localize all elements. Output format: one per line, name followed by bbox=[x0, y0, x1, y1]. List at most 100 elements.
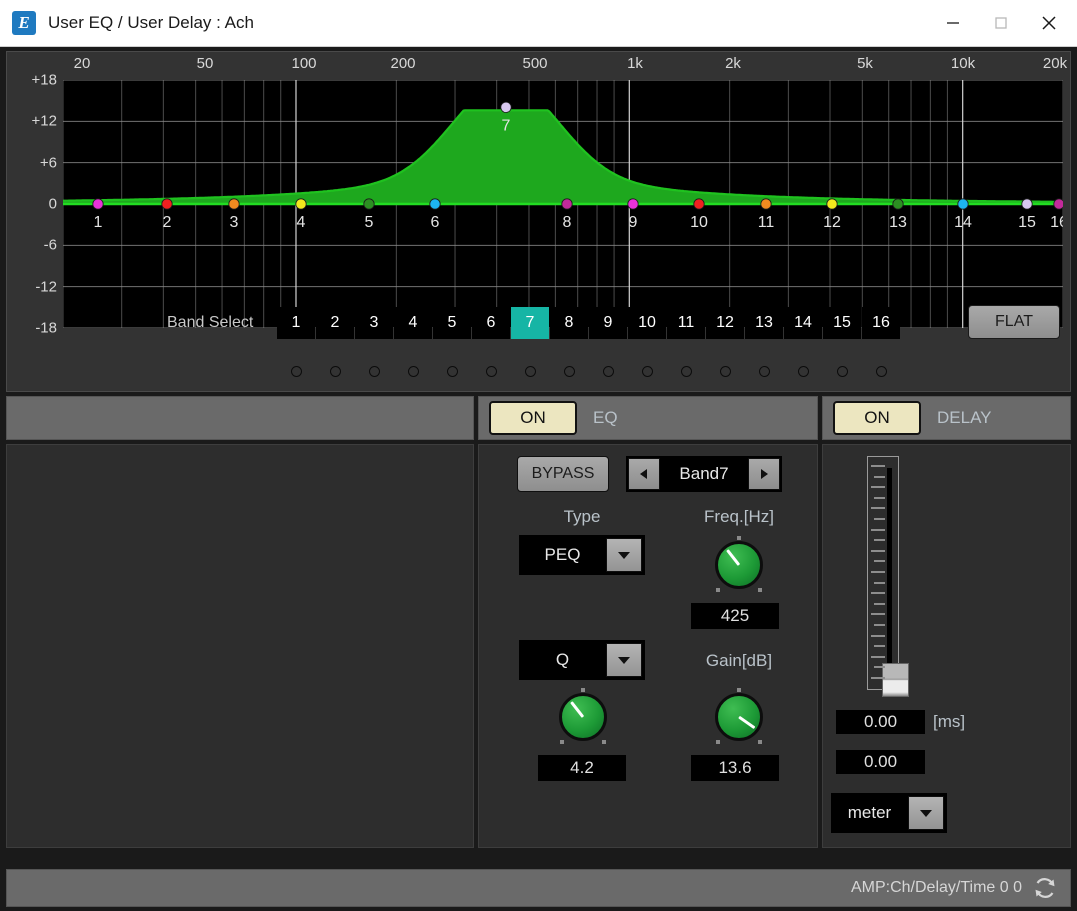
gain-axis: +18+12+60-6-12-18 bbox=[7, 80, 63, 330]
delay-distance-value[interactable]: 0.00 bbox=[836, 750, 925, 774]
band-dot-2[interactable] bbox=[330, 366, 341, 377]
band-button-3[interactable]: 3 bbox=[355, 307, 393, 339]
band-dot-9[interactable] bbox=[603, 366, 614, 377]
knob-tick bbox=[737, 688, 741, 692]
knob-tick bbox=[758, 588, 762, 592]
gain-knob-needle bbox=[738, 716, 755, 729]
band-button-16[interactable]: 16 bbox=[862, 307, 900, 339]
slider-tick bbox=[874, 539, 885, 541]
freq-tick-label: 500 bbox=[522, 55, 547, 72]
freq-knob[interactable] bbox=[715, 541, 763, 589]
window-controls bbox=[929, 0, 1077, 46]
band-button-7[interactable]: 7 bbox=[511, 307, 549, 339]
band-dot-cell bbox=[745, 366, 783, 377]
q-dropdown-button[interactable] bbox=[606, 643, 642, 677]
svg-text:12: 12 bbox=[823, 214, 841, 231]
eq-graph-panel: 20501002005001k2k5k10k20k +18+12+60-6-12… bbox=[6, 51, 1071, 392]
svg-text:13: 13 bbox=[889, 214, 907, 231]
band-dot-13[interactable] bbox=[759, 366, 770, 377]
band-dot-11[interactable] bbox=[681, 366, 692, 377]
db-tick-label: +12 bbox=[32, 113, 57, 130]
band-dot-6[interactable] bbox=[486, 366, 497, 377]
eq-on-button[interactable]: ON bbox=[489, 401, 577, 435]
knob-tick bbox=[581, 688, 585, 692]
band-dot-14[interactable] bbox=[798, 366, 809, 377]
slider-tick bbox=[874, 497, 885, 499]
freq-tick-label: 10k bbox=[951, 55, 975, 72]
delay-slider-handle[interactable] bbox=[882, 663, 909, 697]
band-dot-cell bbox=[472, 366, 510, 377]
svg-text:5: 5 bbox=[365, 214, 374, 231]
band-dot-1[interactable] bbox=[291, 366, 302, 377]
band-button-14[interactable]: 14 bbox=[784, 307, 822, 339]
status-bar: AMP:Ch/Delay/Time 0 0 bbox=[6, 869, 1071, 907]
band-button-9[interactable]: 9 bbox=[589, 307, 627, 339]
db-tick-label: 0 bbox=[49, 196, 57, 213]
app-logo-icon: E bbox=[12, 11, 36, 35]
chevron-down-icon bbox=[918, 807, 934, 819]
band-button-8[interactable]: 8 bbox=[550, 307, 588, 339]
svg-text:4: 4 bbox=[297, 214, 306, 231]
freq-value[interactable]: 425 bbox=[691, 603, 779, 629]
band-button-10[interactable]: 10 bbox=[628, 307, 666, 339]
eq-section-caption: EQ bbox=[593, 408, 618, 428]
band-prev-button[interactable] bbox=[628, 458, 660, 490]
q-knob[interactable] bbox=[559, 693, 607, 741]
band-dot-cell bbox=[316, 366, 354, 377]
eq-curve-plot[interactable]: 12345678910111213141516 bbox=[63, 80, 1063, 328]
type-select[interactable]: PEQ bbox=[519, 535, 645, 575]
band-button-15[interactable]: 15 bbox=[823, 307, 861, 339]
band-button-6[interactable]: 6 bbox=[472, 307, 510, 339]
band-dot-5[interactable] bbox=[447, 366, 458, 377]
main-frame: 20501002005001k2k5k10k20k +18+12+60-6-12… bbox=[0, 47, 1077, 911]
band-dot-cell bbox=[355, 366, 393, 377]
svg-text:3: 3 bbox=[230, 214, 239, 231]
freq-tick-label: 50 bbox=[197, 55, 214, 72]
maximize-button[interactable] bbox=[977, 0, 1025, 46]
bypass-button[interactable]: BYPASS bbox=[517, 456, 609, 492]
delay-controls-panel: 0.00 [ms] 0.00 meter bbox=[822, 444, 1071, 848]
band-dot-8[interactable] bbox=[564, 366, 575, 377]
delay-slider[interactable] bbox=[867, 456, 899, 690]
q-value[interactable]: 4.2 bbox=[538, 755, 626, 781]
freq-tick-label: 20 bbox=[74, 55, 91, 72]
slider-tick bbox=[874, 518, 885, 520]
band-button-1[interactable]: 1 bbox=[277, 307, 315, 339]
q-knob-wrap bbox=[553, 693, 613, 741]
slider-tick bbox=[871, 656, 885, 658]
band-dot-10[interactable] bbox=[642, 366, 653, 377]
delay-ms-value[interactable]: 0.00 bbox=[836, 710, 925, 734]
delay-unit-dropdown-button[interactable] bbox=[908, 796, 944, 830]
slider-tick bbox=[874, 645, 885, 647]
band-button-13[interactable]: 13 bbox=[745, 307, 783, 339]
slider-tick bbox=[871, 486, 885, 488]
refresh-sync-icon[interactable] bbox=[1032, 875, 1058, 901]
delay-unit-select[interactable]: meter bbox=[831, 793, 947, 833]
gain-value[interactable]: 13.6 bbox=[691, 755, 779, 781]
band-dot-4[interactable] bbox=[408, 366, 419, 377]
band-dot-3[interactable] bbox=[369, 366, 380, 377]
band-dot-15[interactable] bbox=[837, 366, 848, 377]
band-dot-16[interactable] bbox=[876, 366, 887, 377]
band-button-12[interactable]: 12 bbox=[706, 307, 744, 339]
delay-on-button[interactable]: ON bbox=[833, 401, 921, 435]
svg-text:10: 10 bbox=[690, 214, 708, 231]
band-button-5[interactable]: 5 bbox=[433, 307, 471, 339]
flat-button[interactable]: FLAT bbox=[968, 305, 1060, 339]
band-button-4[interactable]: 4 bbox=[394, 307, 432, 339]
band-button-2[interactable]: 2 bbox=[316, 307, 354, 339]
q-select[interactable]: Q bbox=[519, 640, 645, 680]
svg-text:8: 8 bbox=[563, 214, 572, 231]
band-dot-7[interactable] bbox=[525, 366, 536, 377]
band-dot-cell bbox=[706, 366, 744, 377]
type-dropdown-button[interactable] bbox=[606, 538, 642, 572]
close-button[interactable] bbox=[1025, 0, 1073, 46]
band-next-button[interactable] bbox=[748, 458, 780, 490]
gain-knob[interactable] bbox=[715, 693, 763, 741]
eq-curve-svg: 12345678910111213141516 bbox=[63, 80, 1063, 328]
band-dot-12[interactable] bbox=[720, 366, 731, 377]
section-header-row: ON EQ ON DELAY bbox=[6, 396, 1071, 440]
minimize-button[interactable] bbox=[929, 0, 977, 46]
band-button-11[interactable]: 11 bbox=[667, 307, 705, 339]
type-label: Type bbox=[564, 507, 601, 527]
